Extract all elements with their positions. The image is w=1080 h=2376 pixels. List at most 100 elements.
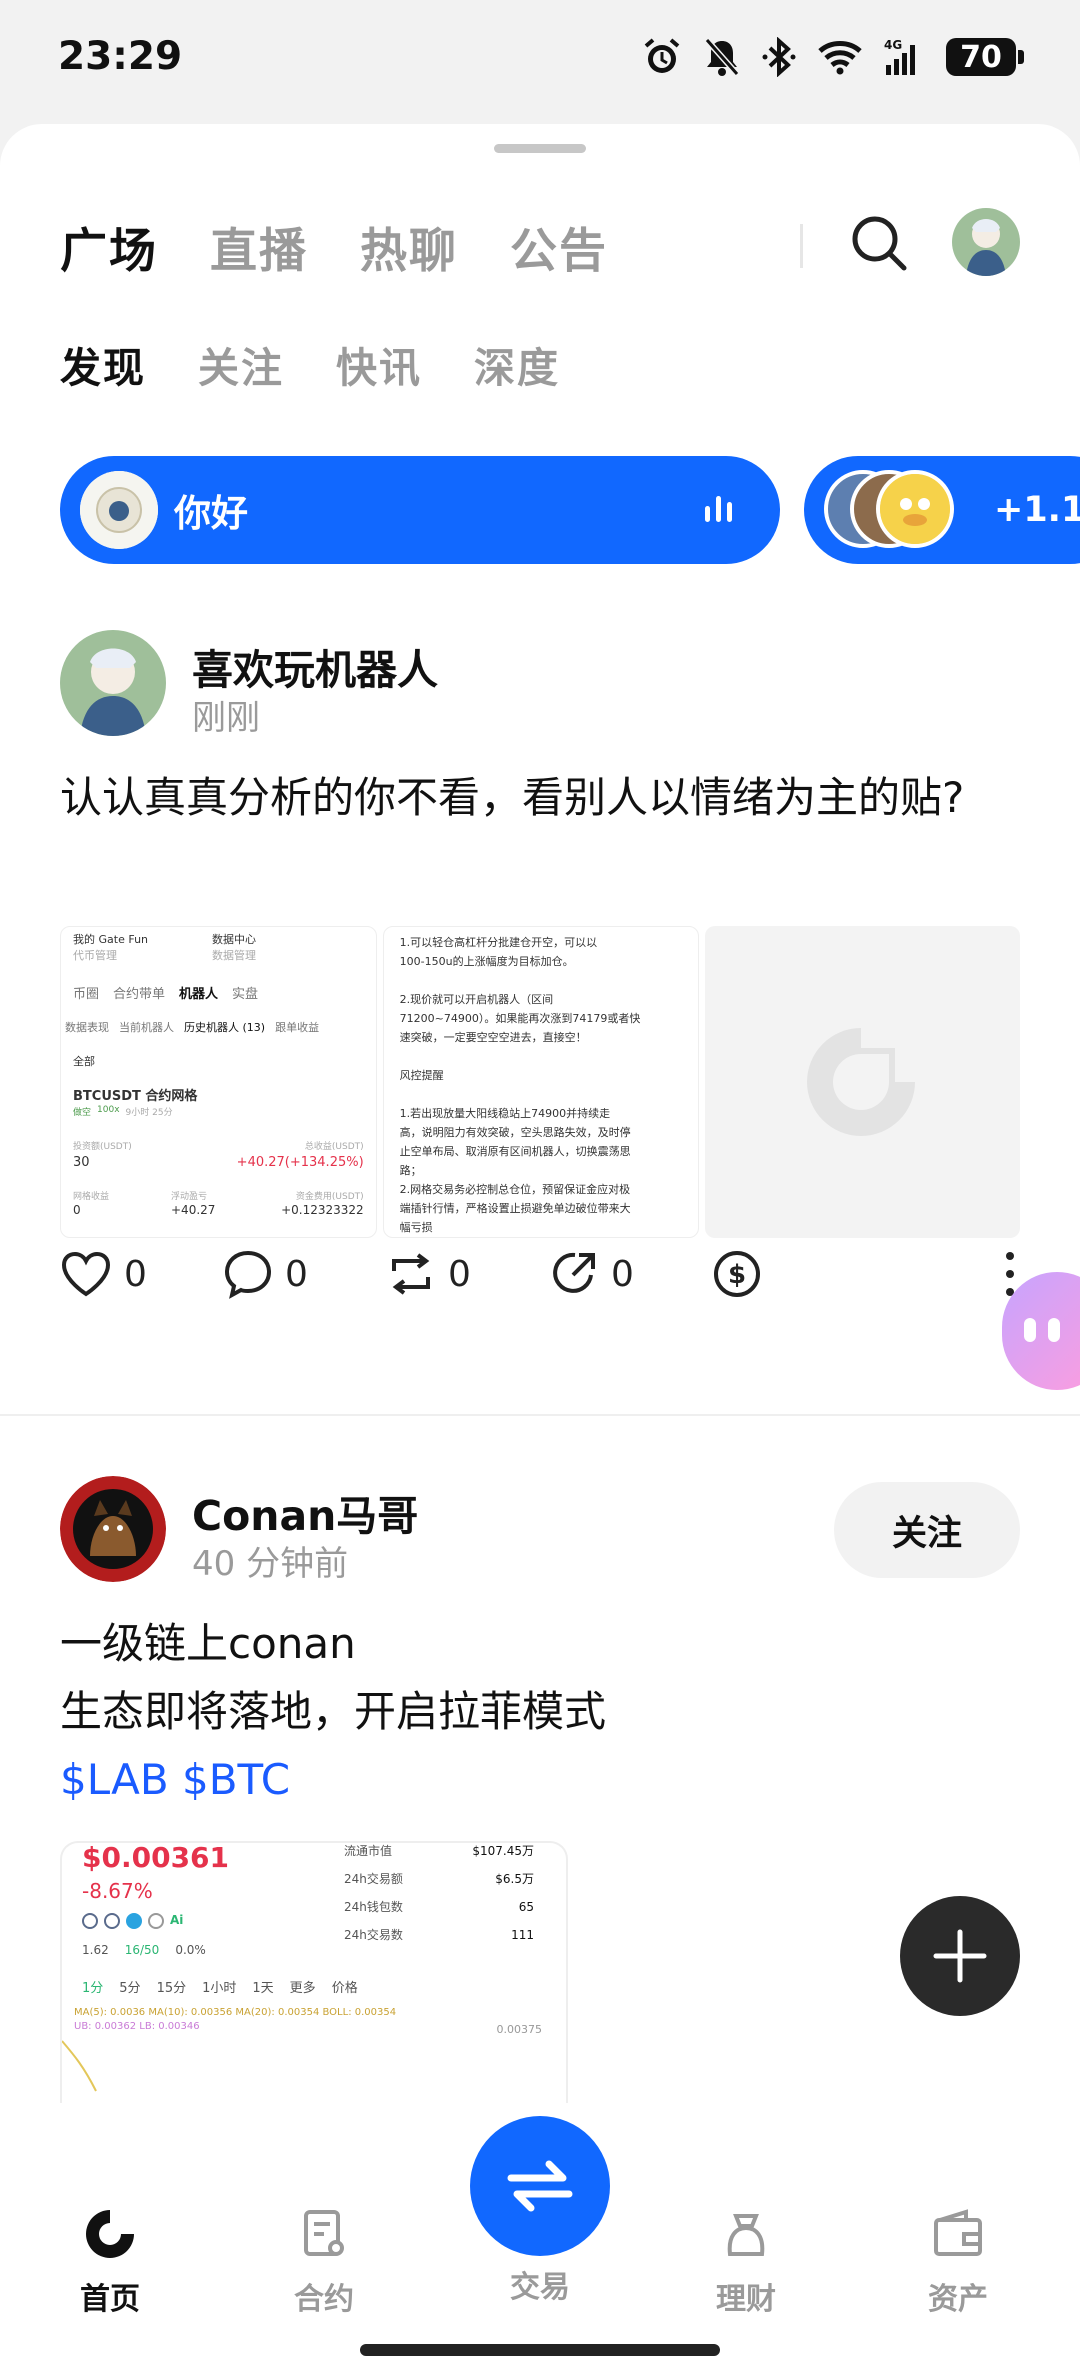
app-root: 23:29 4G 70 广场 直播 热聊 公告 发现 关注 快讯 深度 你好 +… [0, 0, 1080, 2376]
subtab-depth[interactable]: 深度 [474, 334, 560, 394]
nav-trade-label: 交易 [510, 2270, 570, 2305]
live-audience-card[interactable]: +1.1K [804, 456, 1080, 564]
chart-indicator: 16/50 [124, 1943, 160, 1957]
post-text-line: 生态即将落地，开启拉菲模式 [60, 1687, 607, 1736]
subtab-discover[interactable]: 发现 [60, 334, 146, 394]
thumb-subtab: 跟单收益 [275, 1021, 320, 1034]
repost-count: 0 [448, 1253, 471, 1295]
wifi-icon [818, 41, 862, 75]
chart-stat-value: 65 [518, 1900, 534, 1914]
thumb-menu-2-sub: 数据管理 [212, 949, 257, 962]
post-text-line: 一级链上conan [60, 1619, 356, 1668]
trade-button[interactable] [470, 2116, 610, 2256]
audience-avatar [876, 470, 954, 548]
post-author-avatar[interactable] [60, 1476, 166, 1582]
battery-level: 70 [960, 39, 1002, 75]
nav-finance-label: 理财 [716, 2282, 776, 2317]
tip-button[interactable]: $ [712, 1249, 875, 1299]
live-room-card[interactable]: 你好 [60, 456, 780, 564]
gate-logo-placeholder-icon [807, 1028, 916, 1136]
thumb-tab: 合约带单 [113, 987, 166, 1002]
chart-stat-value: 111 [511, 1928, 534, 1942]
chart-interval: 更多 [289, 1981, 316, 1996]
nav-contract[interactable]: 合约 [254, 2206, 394, 2318]
audience-avatars [824, 470, 984, 550]
alarm-icon [644, 38, 680, 73]
content-sheet: 广场 直播 热聊 公告 发现 关注 快讯 深度 你好 +1.1 喜欢玩机器人 刚… [0, 124, 1080, 2376]
chart-intervals: 1分 5分 15分 1小时 1天 更多 价格 [82, 1977, 358, 1996]
follow-button[interactable]: 关注 [834, 1482, 1020, 1578]
search-icon[interactable] [846, 210, 912, 276]
thumb-text-line: 风控提醒 [399, 1069, 444, 1082]
thumb-text-line: 高，说明阻力有效突破，空头思路失效，及时停 [399, 1126, 631, 1139]
thumb-text-line [400, 1047, 690, 1066]
status-time: 23:29 [58, 34, 183, 79]
status-icons: 4G 70 [642, 34, 1024, 80]
nav-home-label: 首页 [80, 2282, 140, 2317]
post-author-name[interactable]: Conan马哥 [192, 1482, 418, 1542]
main-tabs: 广场 直播 热聊 公告 [60, 212, 608, 281]
post-image-1[interactable]: 我的 Gate Fun 代币管理 数据中心 数据管理 币圈 合约带单 机器人 实盘 … [60, 926, 377, 1238]
post-image-3[interactable] [705, 926, 1021, 1238]
tab-live[interactable]: 直播 [210, 212, 308, 281]
thumb-tab: 实盘 [232, 987, 259, 1002]
chart-stat-row: 24h交易额 $6.5万 [344, 1865, 534, 1893]
thumb-float: +40.27 [171, 1203, 216, 1217]
thumb-text-line: 路； [399, 1164, 422, 1177]
tab-divider [800, 224, 803, 268]
chart-stat-key: 24h钱包数 [344, 1900, 403, 1914]
nav-assets[interactable]: 资产 [888, 2206, 1028, 2318]
subtab-following[interactable]: 关注 [198, 334, 284, 394]
chart-stat-key: 24h交易数 [344, 1928, 403, 1942]
sub-tabs: 发现 关注 快讯 深度 [60, 334, 560, 394]
chart-indicator: 1.62 [82, 1943, 109, 1957]
chart-interval: 1小时 [202, 1981, 237, 1996]
search-icon [148, 1913, 164, 1929]
subtab-flash-news[interactable]: 快讯 [336, 334, 422, 394]
post-hashtags[interactable]: $LAB $BTC [60, 1746, 1020, 1814]
post-text[interactable]: 认认真真分析的你不看，看别人以情绪为主的贴? [60, 764, 1020, 832]
tab-hot-chat[interactable]: 热聊 [360, 212, 458, 281]
thumb-tag: 做空 [73, 1108, 92, 1118]
tab-announcement[interactable]: 公告 [510, 212, 608, 281]
post-actions: 0 0 0 0 $ [60, 1244, 1020, 1304]
repost-icon [392, 1253, 430, 1295]
home-logo-icon [86, 2210, 134, 2258]
live-host-avatar [80, 471, 158, 549]
audience-count: +1.1K [994, 490, 1080, 530]
like-button[interactable]: 0 [60, 1250, 223, 1298]
repost-button[interactable]: 0 [386, 1249, 549, 1299]
share-button[interactable]: 0 [549, 1249, 712, 1299]
post-image-2[interactable]: 1.可以轻仓高杠杆分批建仓开空，可以以 100-150u的上涨幅度为目标加仓。 2.… [382, 926, 700, 1238]
comment-button[interactable]: 0 [223, 1249, 386, 1299]
thumb-grid: 0 [73, 1203, 81, 1217]
thumb-grid-label: 网格收益 [73, 1192, 110, 1202]
chart-interval: 15分 [156, 1981, 187, 1996]
create-post-button[interactable] [900, 1896, 1020, 2016]
thumb-text-line [400, 971, 690, 990]
audio-wave-icon [705, 496, 732, 522]
home-indicator[interactable] [360, 2344, 720, 2356]
thumb-text-line: 端插针行情，严格设置止损避免单边破位带来大 [399, 1202, 631, 1215]
tab-square[interactable]: 广场 [60, 212, 158, 281]
comment-count: 0 [285, 1253, 308, 1295]
chart-boll: UB: 0.00362 LB: 0.00346 [74, 2021, 200, 2032]
status-bar: 23:29 4G 70 [0, 0, 1080, 120]
post-chart-image[interactable]: $0.00361 -8.67% 流通市值 $107.45万 24h交易额 $6.5万 2… [60, 1841, 568, 2103]
nav-home[interactable]: 首页 [40, 2206, 180, 2318]
thumb-tag: 9小时 25分 [125, 1108, 173, 1118]
sheet-handle[interactable] [494, 144, 586, 153]
signal-4g-icon: 4G [884, 38, 915, 75]
chart-ma: MA(5): 0.0036 MA(10): 0.00356 MA(20): 0.… [74, 2007, 397, 2018]
comment-icon [224, 1250, 272, 1299]
finance-bag-icon [727, 2214, 765, 2256]
nav-finance[interactable]: 理财 [676, 2206, 816, 2318]
thumb-subtab: 数据表现 [65, 1021, 109, 1034]
thumb-tab: 币圈 [73, 987, 100, 1002]
user-avatar[interactable] [952, 208, 1020, 276]
chart-price: $0.00361 [82, 1841, 230, 1874]
post-author-avatar[interactable] [60, 630, 166, 736]
post-author-name[interactable]: 喜欢玩机器人 [192, 636, 438, 696]
post-text[interactable]: 一级链上conan 生态即将落地，开启拉菲模式 $LAB $BTC [60, 1610, 1020, 1814]
thumb-pair: BTCUSDT 合约网格 [73, 1089, 198, 1104]
